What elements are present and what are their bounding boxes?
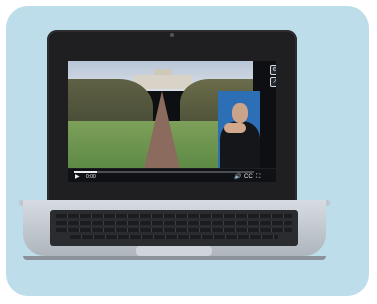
keyboard (50, 210, 298, 246)
keyboard-row-3 (56, 228, 292, 232)
laptop-screen: ⚙ ↗ ▶ 0:00 🔊 CC ⛶ (68, 61, 276, 182)
video-avenue (144, 91, 180, 169)
video-controls: ▶ 0:00 🔊 CC ⛶ (68, 168, 276, 182)
signer-hands (224, 123, 246, 133)
volume-icon[interactable]: 🔊 (234, 173, 241, 181)
webcam-icon (170, 33, 174, 37)
fullscreen-icon[interactable]: ⛶ (256, 173, 260, 181)
touchpad[interactable] (136, 246, 212, 256)
video-progress-track[interactable] (74, 171, 254, 173)
play-icon[interactable]: ▶ (75, 173, 80, 181)
signer-head (232, 103, 248, 123)
laptop-lid: ⚙ ↗ ▶ 0:00 🔊 CC ⛶ (47, 30, 297, 202)
keyboard-row-4 (70, 235, 278, 239)
keyboard-row-2 (56, 221, 292, 225)
keyboard-row-1 (56, 214, 292, 218)
captions-icon[interactable]: CC (244, 173, 253, 181)
settings-icon[interactable]: ⚙ (270, 65, 276, 75)
laptop-base-edge (23, 256, 326, 260)
share-icon[interactable]: ↗ (270, 77, 276, 87)
time-label: 0:00 (86, 174, 96, 180)
